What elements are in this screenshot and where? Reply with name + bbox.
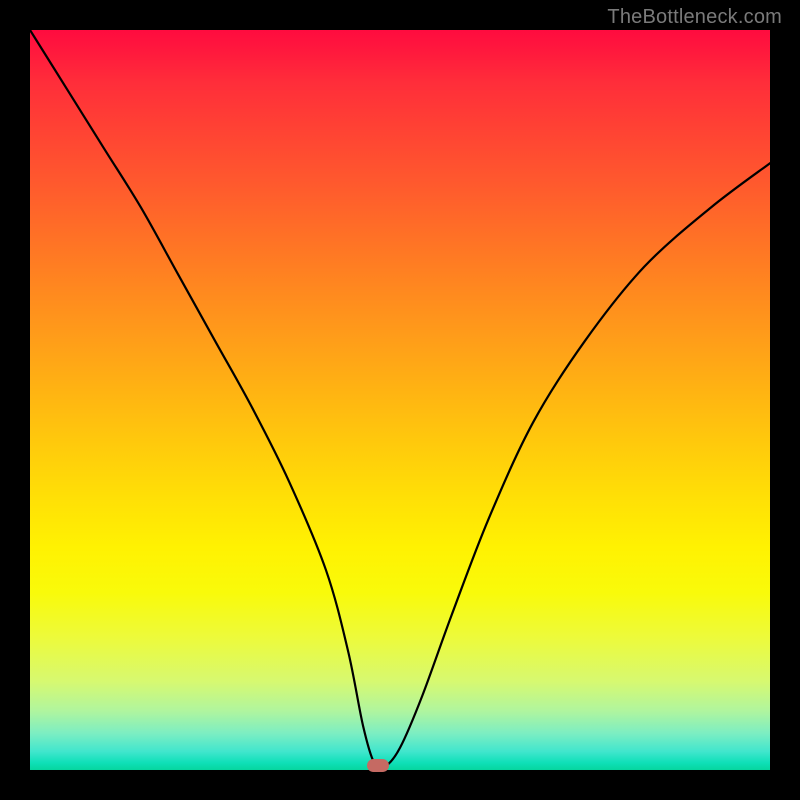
optimal-point-marker	[367, 759, 389, 772]
chart-frame: TheBottleneck.com	[0, 0, 800, 800]
bottleneck-curve	[30, 30, 770, 770]
plot-area	[30, 30, 770, 770]
watermark-text: TheBottleneck.com	[607, 6, 782, 29]
